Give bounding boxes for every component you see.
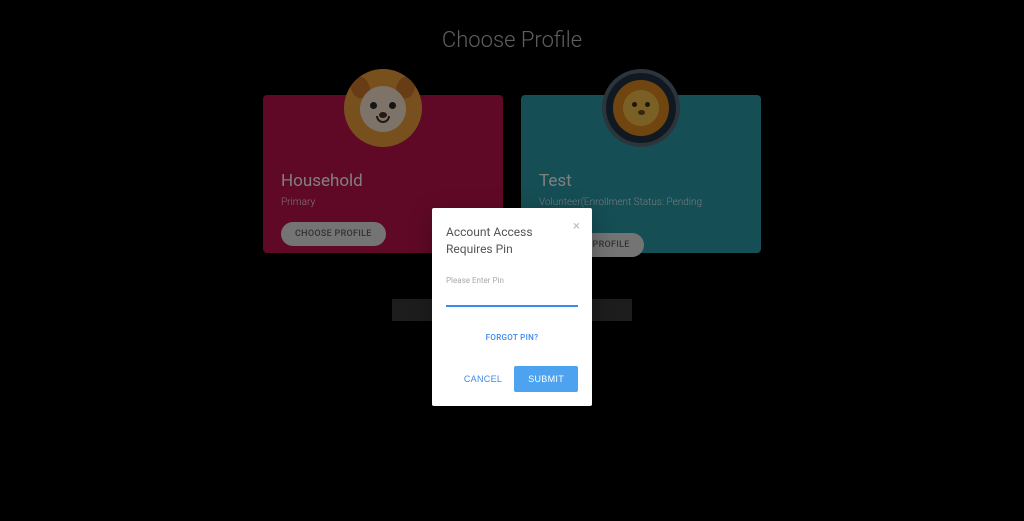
submit-button[interactable]: SUBMIT [514,366,578,392]
close-icon[interactable]: × [573,220,580,233]
pin-input[interactable] [446,286,578,307]
forgot-pin-link[interactable]: FORGOT PIN? [486,333,539,342]
pin-input-label: Please Enter Pin [446,276,578,285]
modal-title: Account Access Requires Pin [446,224,578,258]
pin-modal: × Account Access Requires Pin Please Ent… [432,208,592,406]
cancel-button[interactable]: CANCEL [464,374,502,384]
